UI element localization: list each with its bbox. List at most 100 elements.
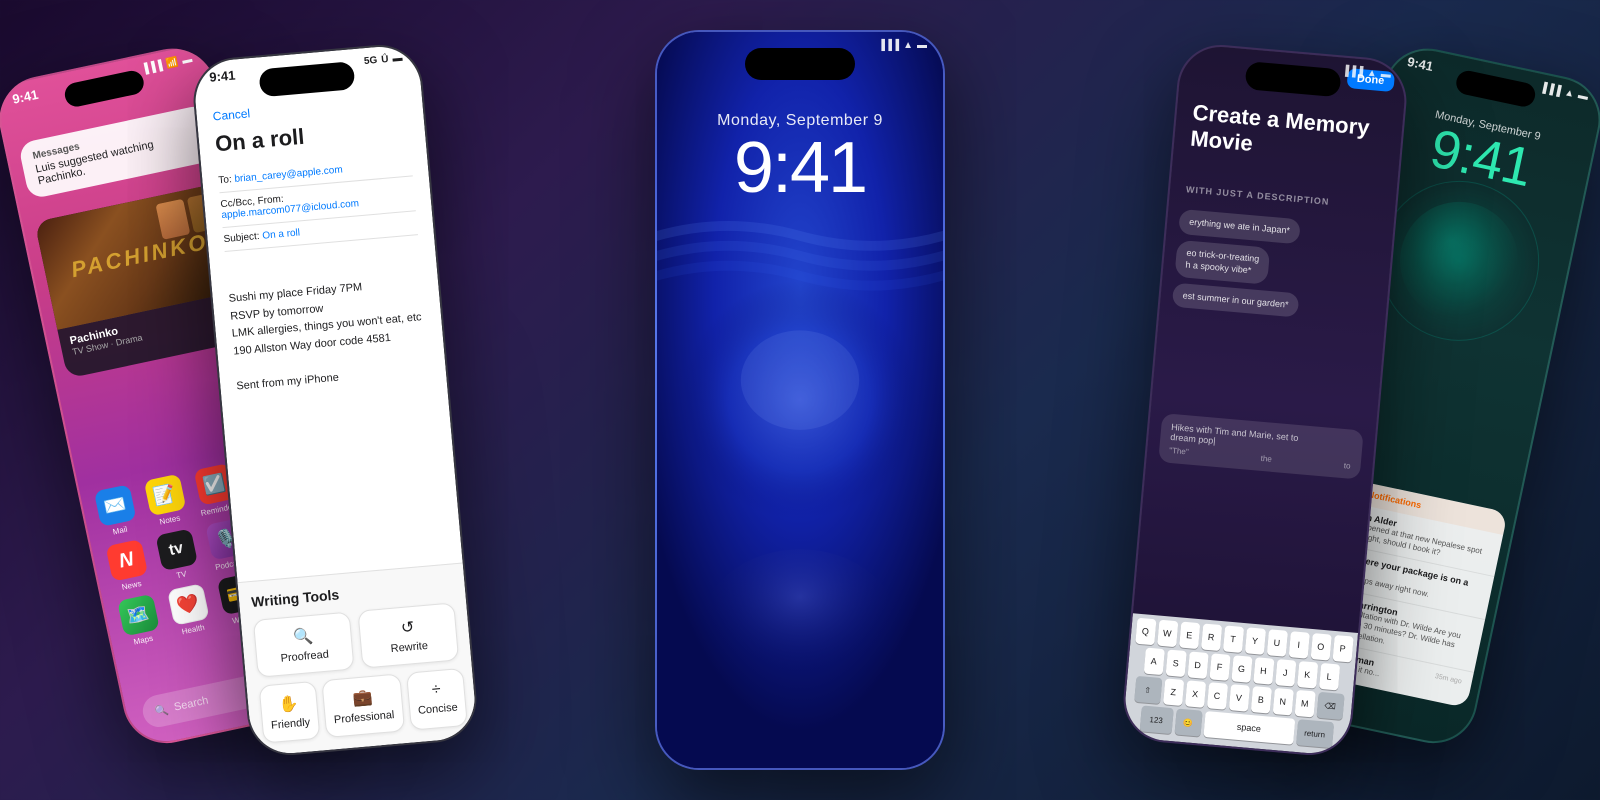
key-t[interactable]: T (1222, 625, 1243, 653)
key-a[interactable]: A (1143, 648, 1164, 676)
signal-icon-1: ▐▐▐ (140, 60, 163, 75)
concise-label: Concise (418, 702, 459, 717)
memory-subtitle: WITH JUST A DESCRIPTION (1186, 184, 1380, 211)
key-u[interactable]: U (1266, 629, 1287, 657)
professional-label: Professional (334, 709, 395, 726)
proofread-button[interactable]: 🔍 Proofread (253, 612, 355, 678)
key-delete[interactable]: ⌫ (1316, 692, 1344, 720)
wifi-icon-2: Ǘ (381, 54, 389, 66)
key-z[interactable]: Z (1163, 678, 1184, 706)
status-time-1: 9:41 (11, 87, 40, 107)
key-i[interactable]: I (1288, 631, 1309, 659)
key-v[interactable]: V (1228, 684, 1249, 712)
professional-button[interactable]: 💼 Professional (321, 673, 404, 738)
signal-icon-4: ▐▐▐ (1341, 65, 1363, 78)
status-icons-5: ▐▐▐ ▲ ▬ (1539, 82, 1589, 103)
friendly-button[interactable]: ✋ Friendly (259, 681, 321, 744)
key-e[interactable]: E (1179, 622, 1200, 650)
battery-icon-5: ▬ (1577, 90, 1589, 103)
rewrite-label: Rewrite (390, 640, 428, 655)
wifi-icon-1: 📶 (165, 57, 179, 70)
battery-icon-2: ▬ (392, 53, 403, 65)
wifi-icon-3: ▲ (903, 40, 913, 51)
suggestion-2[interactable]: the (1260, 454, 1272, 464)
friendly-label: Friendly (271, 716, 311, 731)
status-icons-1: ▐▐▐ 📶 ▬ (140, 54, 193, 76)
app-tv[interactable]: tvTV (151, 528, 203, 584)
concise-button[interactable]: ÷ Concise (406, 668, 469, 731)
search-label-1: Search (173, 695, 210, 714)
key-return[interactable]: return (1296, 719, 1334, 748)
email-sent-from: Sent from my iPhone (236, 362, 431, 396)
key-p[interactable]: P (1332, 635, 1353, 663)
status-icons-4: ▐▐▐ ▲ ▬ (1341, 65, 1391, 80)
rewrite-icon: ↺ (400, 617, 415, 638)
key-emoji[interactable]: 😊 (1174, 708, 1202, 736)
proofread-label: Proofread (280, 649, 329, 665)
wifi-icon-5: ▲ (1563, 87, 1575, 100)
phone-center-island (745, 48, 855, 80)
phone-center-screen: 9:41 ▐▐▐ ▲ ▬ (657, 32, 943, 768)
signal-text-2: 5G (364, 55, 378, 67)
writing-tools-secondary: ✋ Friendly 💼 Professional ÷ Concise (259, 668, 465, 743)
professional-icon: 💼 (352, 687, 374, 709)
app-maps[interactable]: 🗺️Maps (113, 593, 165, 649)
wifi-icon-4: ▲ (1366, 68, 1377, 80)
key-w[interactable]: W (1157, 620, 1178, 648)
key-shift[interactable]: ⇧ (1134, 676, 1162, 704)
chat-prompts: erything we ate in Japan* eo trick-or-tr… (1172, 209, 1382, 325)
email-header: Cancel On a roll To: brian_carey@apple.c… (212, 93, 418, 252)
battery-icon-4: ▬ (1380, 69, 1391, 81)
key-l[interactable]: L (1319, 663, 1340, 691)
status-time-5: 9:41 (1406, 54, 1435, 74)
rewrite-button[interactable]: ↺ Rewrite (357, 602, 459, 668)
friendly-icon: ✋ (278, 693, 300, 715)
writing-tools-panel: Writing Tools 🔍 Proofread ↺ Rewrite ✋ Fr… (238, 562, 478, 756)
key-r[interactable]: R (1201, 623, 1222, 651)
status-time-2: 9:41 (209, 67, 236, 84)
concise-icon: ÷ (431, 681, 441, 700)
key-f[interactable]: F (1209, 653, 1230, 681)
status-icons-2: 5G Ǘ ▬ (364, 53, 403, 67)
lockscreen-time: 9:41 (657, 132, 943, 204)
key-b[interactable]: B (1250, 686, 1271, 714)
key-n[interactable]: N (1272, 688, 1293, 716)
chat-bubble-1: erything we ate in Japan* (1178, 209, 1301, 244)
key-y[interactable]: Y (1244, 627, 1265, 655)
phones-container: 9:41 ▐▐▐ 📶 ▬ Messages Luis suggested wat… (0, 0, 1600, 800)
key-h[interactable]: H (1253, 657, 1274, 685)
key-c[interactable]: C (1206, 682, 1227, 710)
chat-bubble-2: eo trick-or-treatingh a spooky vibe* (1174, 239, 1270, 284)
email-body[interactable]: Sushi my place Friday 7PM RSVP by tomorr… (228, 274, 430, 396)
key-space[interactable]: space (1203, 711, 1295, 745)
app-mail[interactable]: ✉️Mail (90, 484, 142, 540)
search-icon-1: 🔍 (154, 703, 170, 719)
key-j[interactable]: J (1275, 659, 1296, 687)
key-s[interactable]: S (1165, 649, 1186, 677)
key-d[interactable]: D (1187, 651, 1208, 679)
memory-input[interactable]: Hikes with Tim and Marie, set todream po… (1158, 413, 1364, 479)
writing-tools-primary: 🔍 Proofread ↺ Rewrite (253, 602, 459, 677)
key-m[interactable]: M (1294, 690, 1315, 718)
app-news[interactable]: NNews (102, 538, 154, 594)
proofread-icon: 🔍 (292, 626, 314, 648)
status-time-4: 9:41 (1197, 53, 1224, 70)
memory-title: Create a Memory Movie (1189, 100, 1387, 169)
phone-center: 9:41 ▐▐▐ ▲ ▬ (655, 30, 945, 770)
suggestion-3[interactable]: to (1344, 461, 1351, 471)
key-g[interactable]: G (1231, 655, 1252, 683)
key-x[interactable]: X (1185, 680, 1206, 708)
status-icons-3: ▐▐▐ ▲ ▬ (878, 40, 927, 51)
email-to-value: brian_carey@apple.com (234, 164, 343, 184)
app-notes[interactable]: 📝Notes (140, 473, 192, 529)
key-q[interactable]: Q (1135, 618, 1156, 646)
chat-bubble-3: est summer in our garden* (1172, 282, 1300, 317)
keyboard: Q W E R T Y U I O P A S D F G H (1122, 613, 1358, 756)
app-health[interactable]: ❤️Health (163, 583, 215, 639)
key-k[interactable]: K (1297, 661, 1318, 689)
email-subject-value: On a roll (262, 227, 301, 241)
battery-icon-3: ▬ (917, 40, 927, 51)
key-o[interactable]: O (1310, 633, 1331, 661)
key-123[interactable]: 123 (1139, 705, 1173, 734)
suggestion-1[interactable]: "The" (1169, 446, 1189, 457)
